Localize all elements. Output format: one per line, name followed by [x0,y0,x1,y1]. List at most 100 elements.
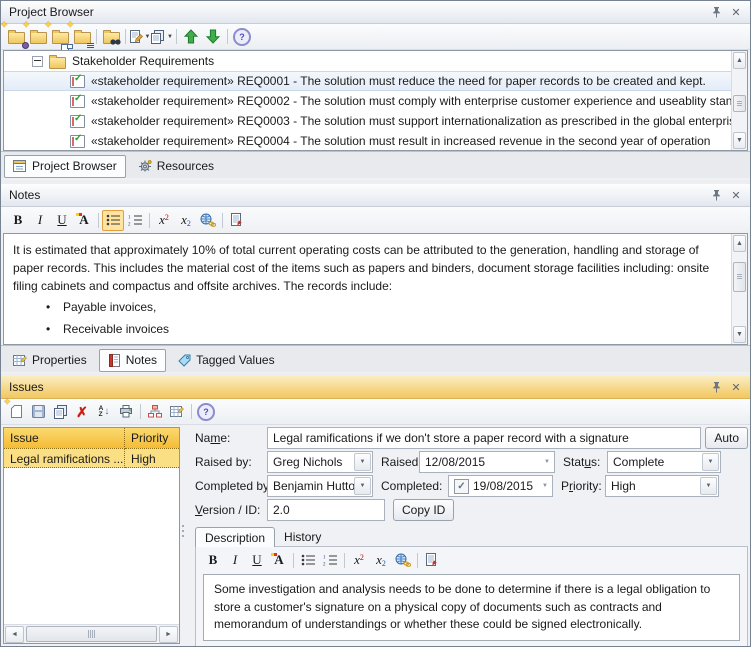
scrollbar-thumb[interactable] [26,626,157,642]
tab-properties[interactable]: Properties [4,349,96,372]
splitter-handle[interactable] [181,525,185,537]
sort-az-icon[interactable]: AZ ↓ [93,402,115,422]
print-icon[interactable] [115,402,137,422]
help-icon[interactable]: ? [195,402,217,422]
scrollbar-thumb[interactable] [733,262,746,292]
scroll-up-icon[interactable]: ▲ [733,52,746,69]
chevron-down-icon[interactable]: ▼ [702,453,719,471]
raised-by-combo[interactable]: Greg Nichols▼ [267,451,373,473]
chevron-down-icon[interactable]: ▼ [354,453,371,471]
requirement-icon [70,115,85,128]
completed-by-combo[interactable]: Benjamin Hutton▼ [267,475,373,497]
completed-date-field[interactable]: ✓19/08/2015▼ [448,475,553,497]
chevron-down-icon[interactable]: ▼ [354,477,371,495]
hyperlink-globe-icon[interactable] [392,550,414,571]
move-up-icon[interactable] [180,27,202,47]
help-icon[interactable]: ? [231,27,253,47]
copy-id-button[interactable]: Copy ID [393,499,454,521]
close-icon[interactable]: ✕ [728,379,744,395]
scroll-up-icon[interactable]: ▲ [733,235,746,252]
toolbar-separator [149,213,150,228]
dropdown-caret-icon[interactable]: ▼ [167,34,173,40]
chevron-down-icon[interactable]: ▼ [544,459,550,465]
completed-checkbox[interactable]: ✓ [454,479,469,494]
bold-button[interactable]: B [202,550,224,571]
italic-button[interactable]: I [29,210,51,231]
scrollbar-thumb[interactable] [733,95,746,112]
edit-properties-icon[interactable] [166,402,188,422]
pin-icon[interactable] [708,4,724,20]
scroll-down-icon[interactable]: ▼ [733,132,746,149]
tab-notes[interactable]: Notes [99,349,166,372]
tab-description[interactable]: Description [195,527,275,547]
tree-root-row[interactable]: Stakeholder Requirements [4,51,747,71]
cell-priority: High [125,449,179,468]
pin-icon[interactable] [708,379,724,395]
copy-icon[interactable] [49,402,71,422]
pin-icon[interactable] [708,187,724,203]
collapse-expander-icon[interactable] [32,56,43,67]
delete-icon[interactable]: ✗ [71,402,93,422]
tree-item-req0001[interactable]: «stakeholder requirement» REQ0001 - The … [4,71,747,91]
font-color-button[interactable]: A [73,210,95,231]
status-combo[interactable]: Complete▼ [607,451,721,473]
tree-item-req0003[interactable]: «stakeholder requirement» REQ0003 - The … [4,111,747,131]
insert-document-icon[interactable] [421,550,443,571]
tab-project-browser[interactable]: Project Browser [4,155,126,178]
close-icon[interactable]: ✕ [728,187,744,203]
find-in-project-browser-icon[interactable] [100,27,122,47]
scroll-right-icon[interactable]: ► [159,626,178,643]
copy-package-icon[interactable]: ▼ [151,27,173,47]
bullet-list-button[interactable] [102,210,124,231]
notes-vertical-scrollbar[interactable]: ▲ ▼ [731,234,747,344]
properties-tab-icon [13,354,27,367]
column-header-issue[interactable]: Issue [4,428,125,449]
hyperlink-globe-icon[interactable] [197,210,219,231]
tab-history[interactable]: History [275,527,330,546]
chevron-down-icon[interactable]: ▼ [542,483,548,489]
subscript-button[interactable]: x2 [370,550,392,571]
move-down-icon[interactable] [202,27,224,47]
underline-button[interactable]: U [246,550,268,571]
tab-resources[interactable]: Resources [129,155,223,178]
save-icon[interactable] [27,402,49,422]
bold-button[interactable]: B [7,210,29,231]
generate-documentation-icon[interactable]: ▼ [129,27,151,47]
superscript-button[interactable]: x2 [153,210,175,231]
raised-date-field[interactable]: 12/08/2015▼ [419,451,555,473]
subscript-button[interactable]: x2 [175,210,197,231]
italic-button[interactable]: I [224,550,246,571]
notes-editor[interactable]: It is estimated that approximately 10% o… [3,233,748,345]
tab-tagged-values[interactable]: Tagged Values [169,349,284,372]
numbered-list-button[interactable]: 12 [124,210,146,231]
font-color-button[interactable]: A [268,550,290,571]
scroll-down-icon[interactable]: ▼ [733,326,746,343]
dropdown-caret-icon[interactable]: ▼ [145,34,151,40]
new-element-icon[interactable]: ✦ [71,27,93,47]
new-issue-icon[interactable]: ✦ [5,402,27,422]
name-input[interactable] [267,427,701,449]
version-id-input[interactable] [267,499,385,521]
description-editor[interactable]: Some investigation and analysis needs to… [203,574,740,641]
tree-item-req0004[interactable]: «stakeholder requirement» REQ0004 - The … [4,131,747,151]
chevron-down-icon[interactable]: ▼ [700,477,717,495]
tree-item-label: «stakeholder requirement» REQ0003 - The … [91,114,742,128]
tree-item-req0002[interactable]: «stakeholder requirement» REQ0002 - The … [4,91,747,111]
show-hierarchy-icon[interactable] [144,402,166,422]
tree-vertical-scrollbar[interactable]: ▲ ▼ [731,51,747,150]
priority-combo[interactable]: High▼ [605,475,719,497]
auto-button[interactable]: Auto [705,427,748,449]
insert-document-icon[interactable] [226,210,248,231]
issue-detail-form: Name: Auto Raised by: Greg Nichols▼ Rais… [187,427,748,644]
project-browser-titlebar: Project Browser ✕ [1,1,750,24]
numbered-list-button[interactable]: 12 [319,550,341,571]
scroll-left-icon[interactable]: ◄ [5,626,24,643]
issues-table-horizontal-scrollbar[interactable]: ◄ ► [4,624,179,643]
close-icon[interactable]: ✕ [728,4,744,20]
raised-label: Raised: [381,455,419,469]
column-header-priority[interactable]: Priority [125,428,179,449]
issues-table-row[interactable]: Legal ramifications ... High [4,449,179,468]
bullet-list-button[interactable] [297,550,319,571]
underline-button[interactable]: U [51,210,73,231]
superscript-button[interactable]: x2 [348,550,370,571]
